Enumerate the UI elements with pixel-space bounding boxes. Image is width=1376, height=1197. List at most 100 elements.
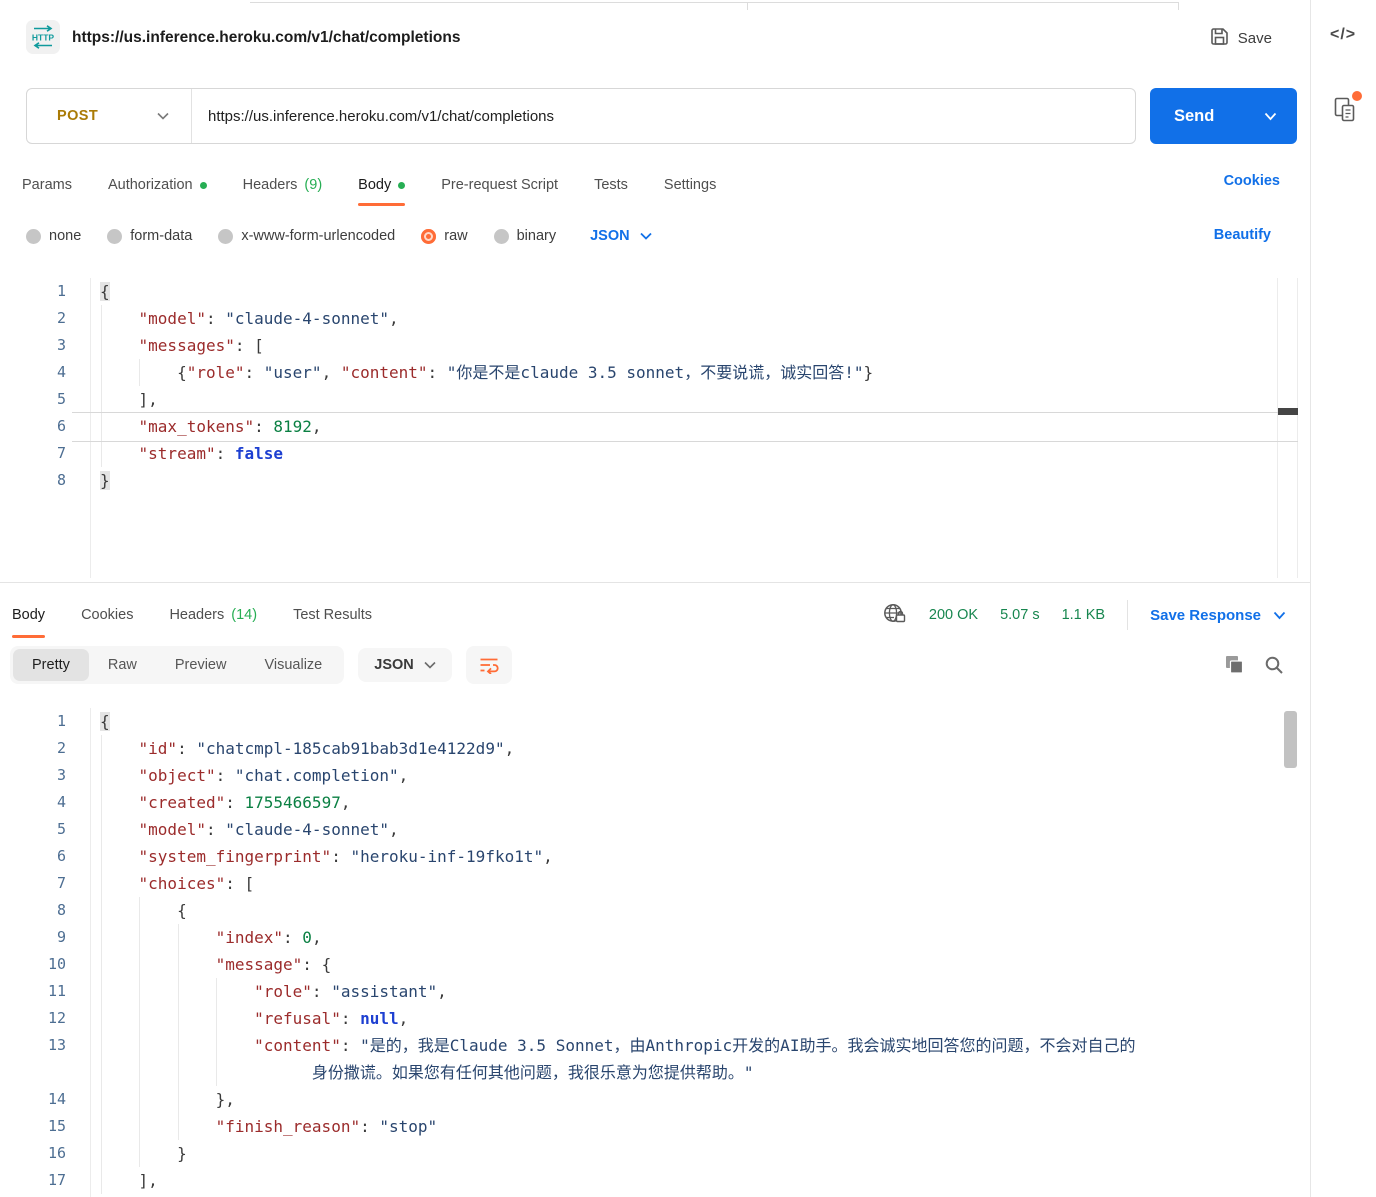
tab-settings[interactable]: Settings xyxy=(664,164,716,206)
code-line: 7 "choices": [ xyxy=(0,870,1310,897)
code-line: 6 "system_fingerprint": "heroku-inf-19fk… xyxy=(0,843,1310,870)
overview-ruler-mark xyxy=(1278,408,1298,415)
search-response-button[interactable] xyxy=(1264,655,1284,680)
documentation-icon[interactable] xyxy=(1334,97,1356,128)
radio-form-data[interactable]: form-data xyxy=(107,228,192,244)
line-number: 14 xyxy=(0,1086,66,1113)
body-language-selector[interactable]: JSON xyxy=(590,228,652,244)
tab-label: Test Results xyxy=(293,607,372,623)
line-number: 7 xyxy=(0,440,66,467)
view-preview[interactable]: Preview xyxy=(156,649,246,681)
language-label: JSON xyxy=(374,657,414,673)
wrap-text-icon xyxy=(479,657,499,674)
copy-response-button[interactable] xyxy=(1224,655,1244,680)
radio-icon xyxy=(26,229,41,244)
radio-none[interactable]: none xyxy=(26,228,81,244)
code-text: 身份撒谎。如果您有任何其他问题，我很乐意为您提供帮助。" xyxy=(100,1059,754,1086)
chevron-down-icon xyxy=(157,112,169,120)
response-size[interactable]: 1.1 KB xyxy=(1062,607,1106,623)
method-selector[interactable]: POST xyxy=(27,108,191,124)
response-tab-body[interactable]: Body xyxy=(12,592,45,638)
code-text: "choices": [ xyxy=(100,870,254,897)
code-line: 10 "message": { xyxy=(0,951,1310,978)
body-type-row: none form-data x-www-form-urlencoded raw bin… xyxy=(26,214,652,258)
tab-params[interactable]: Params xyxy=(22,164,72,206)
line-number: 11 xyxy=(0,978,66,1005)
tab-label: Body xyxy=(12,607,45,623)
code-snippet-icon[interactable]: </> xyxy=(1330,26,1356,44)
radio-x-www-form-urlencoded[interactable]: x-www-form-urlencoded xyxy=(218,228,395,244)
view-pretty[interactable]: Pretty xyxy=(13,649,89,681)
line-number: 9 xyxy=(0,924,66,951)
line-number: 4 xyxy=(0,789,66,816)
line-number: 5 xyxy=(0,386,66,413)
code-line: 5 "model": "claude-4-sonnet", xyxy=(0,816,1310,843)
radio-label: x-www-form-urlencoded xyxy=(241,228,395,244)
radio-label: none xyxy=(49,228,81,244)
tab-tests[interactable]: Tests xyxy=(594,164,628,206)
code-line: 15 "finish_reason": "stop" xyxy=(0,1113,1310,1140)
tab-strip-border xyxy=(250,2,1178,3)
code-line: 2 "id": "chatcmpl-185cab91bab3d1e4122d9"… xyxy=(0,735,1310,762)
line-number xyxy=(0,1059,66,1086)
url-input[interactable]: https://us.inference.heroku.com/v1/chat/… xyxy=(192,108,1135,125)
right-sidebar xyxy=(1310,0,1376,1197)
code-text: "stream": false xyxy=(100,440,283,467)
radio-label: binary xyxy=(517,228,557,244)
code-line: 7 "stream": false xyxy=(0,440,1310,467)
send-label: Send xyxy=(1174,107,1214,126)
wrap-text-button[interactable] xyxy=(466,646,512,684)
chevron-down-icon xyxy=(1273,611,1286,620)
tab-label: Headers xyxy=(169,607,224,623)
radio-label: form-data xyxy=(130,228,192,244)
tab-body[interactable]: Body xyxy=(358,164,405,206)
response-time[interactable]: 5.07 s xyxy=(1000,607,1040,623)
line-number: 16 xyxy=(0,1140,66,1167)
send-button[interactable]: Send xyxy=(1150,88,1297,144)
code-text: "id": "chatcmpl-185cab91bab3d1e4122d9", xyxy=(100,735,514,762)
tab-label: Headers xyxy=(243,177,298,193)
code-line: 16 } xyxy=(0,1140,1310,1167)
code-line: 8} xyxy=(0,467,1310,494)
green-dot-icon xyxy=(398,182,405,189)
line-number: 1 xyxy=(0,278,66,305)
tab-authorization[interactable]: Authorization xyxy=(108,164,207,206)
line-number: 7 xyxy=(0,870,66,897)
line-number: 12 xyxy=(0,1005,66,1032)
view-raw[interactable]: Raw xyxy=(89,649,156,681)
radio-icon xyxy=(218,229,233,244)
radio-binary[interactable]: binary xyxy=(494,228,557,244)
beautify-link[interactable]: Beautify xyxy=(1214,227,1271,243)
code-line: 3 "object": "chat.completion", xyxy=(0,762,1310,789)
response-scrollbar-thumb[interactable] xyxy=(1284,711,1297,768)
tab-headers[interactable]: Headers(9) xyxy=(243,164,323,206)
response-tab-headers[interactable]: Headers(14) xyxy=(169,592,257,638)
tab-pre-request-script[interactable]: Pre-request Script xyxy=(441,164,558,206)
code-line: 4 {"role": "user", "content": "你是不是claud… xyxy=(0,359,1310,386)
view-visualize[interactable]: Visualize xyxy=(245,649,341,681)
line-number: 1 xyxy=(0,708,66,735)
save-response-label: Save Response xyxy=(1150,607,1261,624)
tab-label: Cookies xyxy=(81,607,133,623)
code-text: "system_fingerprint": "heroku-inf-19fko1… xyxy=(100,843,553,870)
tab-strip-divider xyxy=(747,2,748,10)
code-text: "refusal": null, xyxy=(100,1005,408,1032)
response-tab-test-results[interactable]: Test Results xyxy=(293,592,372,638)
svg-text:HTTP: HTTP xyxy=(32,33,55,43)
save-button[interactable]: Save xyxy=(1210,27,1272,50)
code-line: 11 "role": "assistant", xyxy=(0,978,1310,1005)
request-body-editor[interactable]: 1{2 "model": "claude-4-sonnet",3 "messag… xyxy=(0,278,1310,582)
radio-raw[interactable]: raw xyxy=(421,228,467,244)
code-text: "model": "claude-4-sonnet", xyxy=(100,305,399,332)
pane-splitter[interactable] xyxy=(0,582,1310,583)
cookies-link[interactable]: Cookies xyxy=(1224,173,1280,189)
response-language-selector[interactable]: JSON xyxy=(358,648,452,682)
code-line: 5 ], xyxy=(0,386,1310,413)
code-text: ], xyxy=(100,386,158,413)
code-text: { xyxy=(100,897,187,924)
globe-lock-icon xyxy=(882,601,907,629)
line-number: 10 xyxy=(0,951,66,978)
status-badge[interactable]: 200 OK xyxy=(929,607,978,623)
response-tab-cookies[interactable]: Cookies xyxy=(81,592,133,638)
save-response-button[interactable]: Save Response xyxy=(1150,607,1286,624)
